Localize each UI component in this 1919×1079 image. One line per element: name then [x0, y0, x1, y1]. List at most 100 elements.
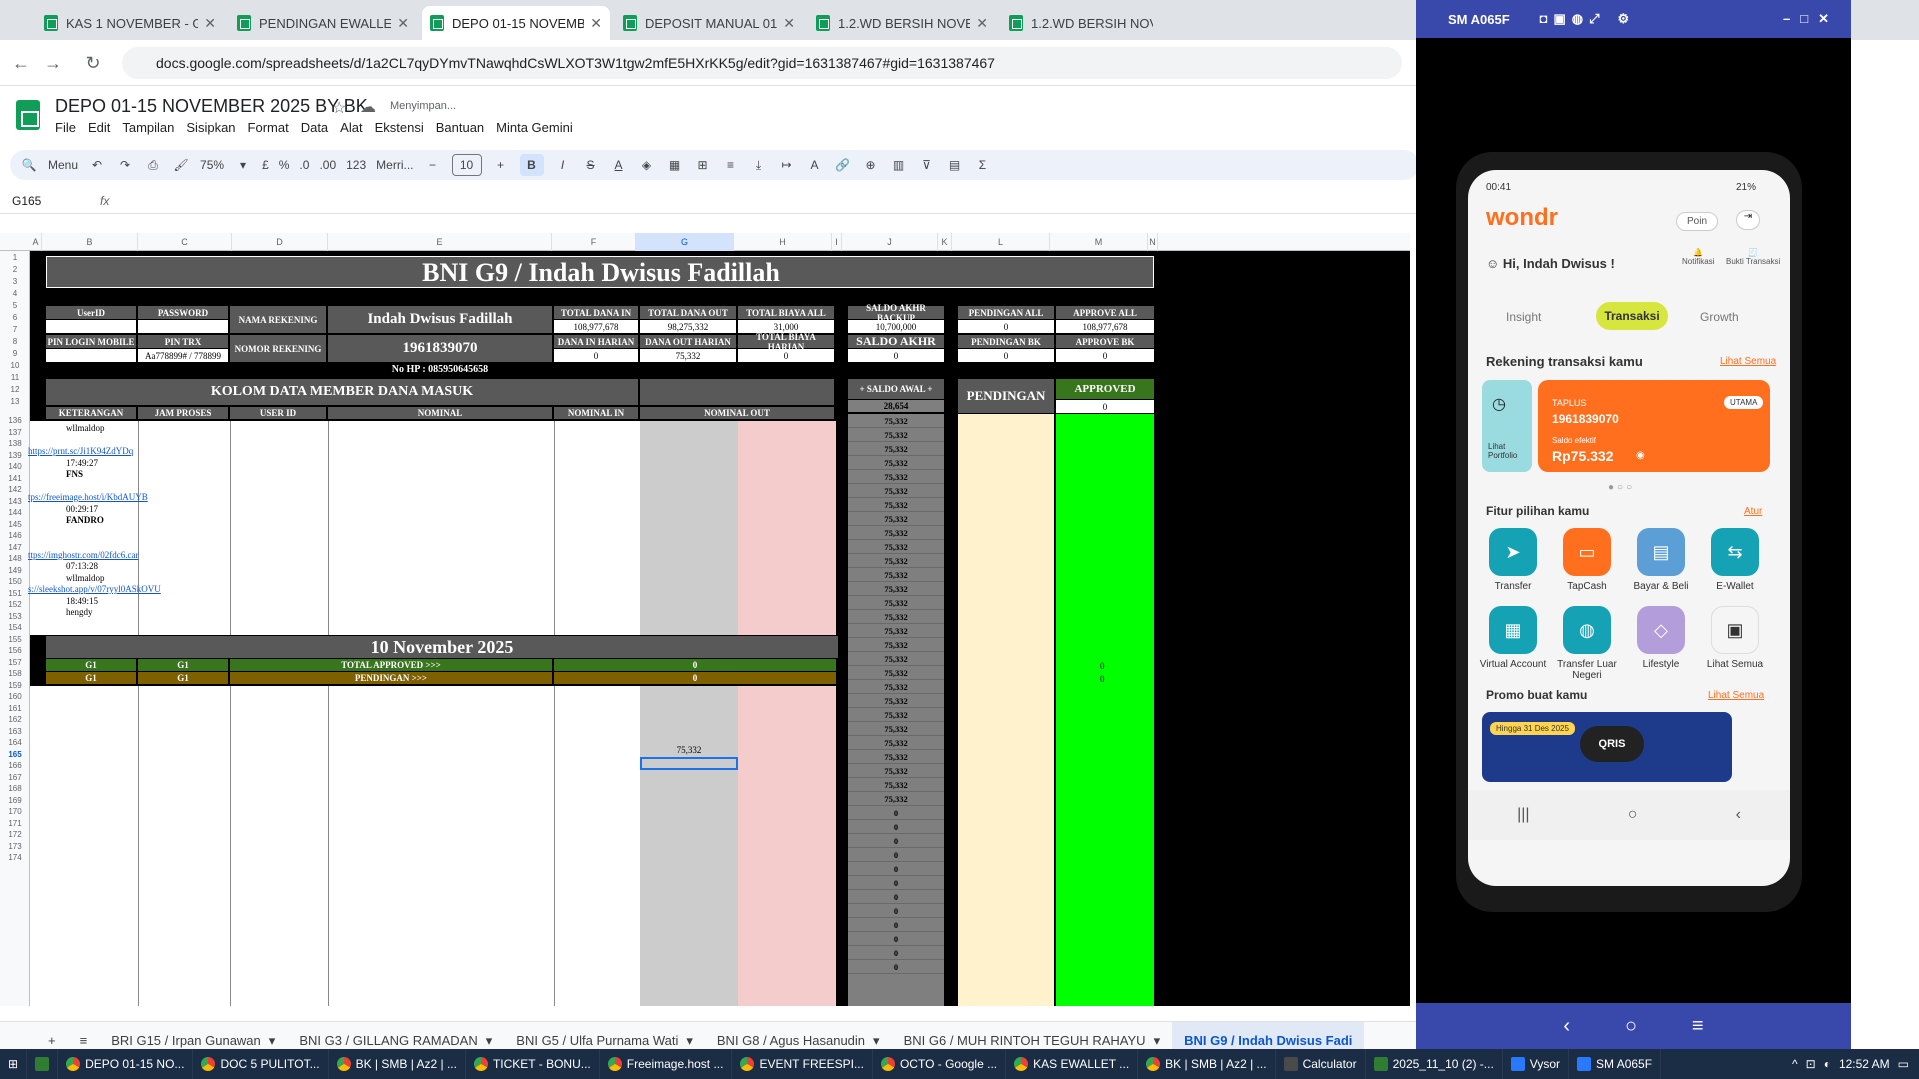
- column-header[interactable]: N: [1148, 233, 1158, 251]
- saldo-cell[interactable]: 75,332: [848, 554, 944, 568]
- bukti-transaksi-button[interactable]: 🧾 Bukti Transaksi: [1726, 248, 1780, 266]
- column-header[interactable]: D: [232, 233, 328, 251]
- chart-icon[interactable]: ▥: [890, 154, 908, 176]
- taskbar-item[interactable]: Freeimage.host ...: [600, 1049, 733, 1079]
- sheets-pinned-icon[interactable]: [27, 1049, 59, 1079]
- browser-tab-1[interactable]: KAS 1 NOVEMBER - Google Sp ✕: [36, 6, 224, 40]
- taskbar-item[interactable]: DEPO 01-15 NO...: [58, 1049, 194, 1079]
- saldo-cell[interactable]: 75,332: [848, 764, 944, 778]
- userid-value[interactable]: [46, 320, 136, 333]
- browser-tab-5[interactable]: 1.2.WD BERSIH NOVEMBER - G ✕: [808, 6, 996, 40]
- home-icon[interactable]: ○: [1625, 1015, 1637, 1038]
- taskbar-item[interactable]: EVENT FREESPI...: [732, 1049, 873, 1079]
- taskbar-item[interactable]: Vysor: [1503, 1049, 1570, 1079]
- menu-edit[interactable]: Edit: [88, 120, 110, 135]
- saldo-cell[interactable]: 75,332: [848, 652, 944, 666]
- promo-lihat-semua[interactable]: Lihat Semua: [1708, 690, 1764, 701]
- browser-tab-4[interactable]: DEPOSIT MANUAL 01-30 NOVE ✕: [615, 6, 803, 40]
- saldo-cell[interactable]: 75,332: [848, 680, 944, 694]
- paint-format-icon[interactable]: 🖌: [172, 154, 190, 176]
- row-header[interactable]: 13: [0, 395, 30, 409]
- tab-growth[interactable]: Growth: [1700, 310, 1739, 324]
- zoom-select[interactable]: 75%: [200, 158, 224, 172]
- saldo-cell[interactable]: 75,332: [848, 512, 944, 526]
- saldo-cell[interactable]: 0: [848, 960, 944, 974]
- saldo-cell[interactable]: 75,332: [848, 526, 944, 540]
- back-arrow-icon[interactable]: ←: [8, 50, 34, 76]
- pin-login-value[interactable]: [46, 349, 136, 362]
- chevron-down-icon[interactable]: ▾: [234, 154, 252, 176]
- start-icon[interactable]: ⊞: [0, 1049, 28, 1079]
- bold-button[interactable]: B: [519, 154, 544, 176]
- redo-icon[interactable]: ↷: [116, 154, 134, 176]
- feature-virtual-account[interactable]: ▦ Virtual Account: [1478, 606, 1548, 670]
- name-box[interactable]: G165: [0, 194, 90, 208]
- star-icon[interactable]: ☆: [332, 98, 346, 118]
- saldo-cell[interactable]: 75,332: [848, 736, 944, 750]
- tray-chevron-up-icon[interactable]: ^: [1792, 1057, 1798, 1071]
- saldo-cell[interactable]: 75,332: [848, 694, 944, 708]
- entry-link[interactable]: s://sleekshot.app/v/07ryyl0ASkOVU: [28, 584, 161, 594]
- number-format-button[interactable]: 123: [346, 158, 366, 172]
- saldo-cell[interactable]: 75,332: [848, 666, 944, 680]
- saldo-cell[interactable]: 75,332: [848, 484, 944, 498]
- functions-icon[interactable]: Σ: [974, 154, 992, 176]
- column-header[interactable]: A: [30, 233, 42, 251]
- taskbar-item[interactable]: Calculator: [1276, 1049, 1366, 1079]
- column-header[interactable]: L: [952, 233, 1050, 251]
- saldo-cell[interactable]: 75,332: [848, 722, 944, 736]
- table-icon[interactable]: ▤: [946, 154, 964, 176]
- font-size-decrease-icon[interactable]: −: [424, 154, 442, 176]
- entry-link[interactable]: https://prnt.sc/Ji1K94ZdYDq: [28, 446, 133, 456]
- recent-apps-icon[interactable]: |||: [1517, 806, 1529, 824]
- saldo-cell[interactable]: 0: [848, 932, 944, 946]
- column-header[interactable]: C: [138, 233, 232, 251]
- nominal-out-cell[interactable]: 75,332: [640, 744, 738, 756]
- password-value[interactable]: [138, 320, 228, 333]
- menu-data[interactable]: Data: [301, 120, 328, 135]
- column-header[interactable]: H: [734, 233, 832, 251]
- menu-file[interactable]: File: [55, 120, 76, 135]
- back-icon[interactable]: ‹: [1736, 806, 1741, 824]
- browser-tab-3-active[interactable]: DEPO 01-15 NOVEMBER 2025 ✕: [422, 6, 610, 40]
- menu-icon[interactable]: ≡: [1692, 1015, 1704, 1038]
- comment-icon[interactable]: ⊕: [862, 154, 880, 176]
- font-size-input[interactable]: 10: [451, 154, 482, 176]
- borders-icon[interactable]: ▦: [666, 154, 684, 176]
- fill-color-icon[interactable]: ◈: [638, 154, 656, 176]
- atur-link[interactable]: Atur: [1744, 506, 1762, 517]
- portfolio-card[interactable]: ◷ Lihat Portfolio: [1482, 380, 1532, 472]
- row-header[interactable]: 174: [0, 851, 30, 865]
- close-icon[interactable]: ✕: [590, 15, 602, 32]
- saldo-cell[interactable]: 75,332: [848, 456, 944, 470]
- saldo-cell[interactable]: 75,332: [848, 568, 944, 582]
- increase-decimal-button[interactable]: .00: [319, 158, 336, 172]
- selected-cell[interactable]: [640, 757, 738, 770]
- taskbar-item[interactable]: OCTO - Google ...: [873, 1049, 1007, 1079]
- close-icon[interactable]: ✕: [397, 15, 409, 32]
- align-horizontal-icon[interactable]: ≡: [722, 154, 740, 176]
- back-icon[interactable]: ‹: [1563, 1015, 1570, 1038]
- saldo-cell[interactable]: 75,332: [848, 442, 944, 456]
- sheets-logo-icon[interactable]: [16, 100, 40, 130]
- saldo-cell[interactable]: 75,332: [848, 778, 944, 792]
- saldo-cell[interactable]: 0: [848, 862, 944, 876]
- vysor-tools-icon[interactable]: ◘▣◍⤢: [1540, 11, 1606, 27]
- print-icon[interactable]: ⎙: [144, 154, 162, 176]
- column-header[interactable]: K: [938, 233, 952, 251]
- menu-insert[interactable]: Sisipkan: [186, 120, 235, 135]
- account-card[interactable]: TAPLUS UTAMA 1961839070 Saldo efektif Rp…: [1538, 380, 1770, 472]
- saldo-cell[interactable]: 75,332: [848, 498, 944, 512]
- gear-icon[interactable]: ⚙: [1618, 11, 1630, 27]
- column-header[interactable]: M: [1050, 233, 1148, 251]
- percent-format-button[interactable]: %: [279, 158, 290, 172]
- tab-insight[interactable]: Insight: [1506, 310, 1541, 324]
- taskbar-item[interactable]: BK | SMB | Az2 | ...: [329, 1049, 466, 1079]
- search-menus-button[interactable]: Menu: [48, 158, 78, 172]
- saldo-cell[interactable]: 75,332: [848, 708, 944, 722]
- column-header[interactable]: J: [842, 233, 938, 251]
- network-icon[interactable]: ⊡: [1806, 1057, 1816, 1071]
- entry-link[interactable]: ttps://imghostr.com/02fdc6.car: [28, 550, 138, 560]
- menu-tools[interactable]: Alat: [340, 120, 362, 135]
- notification-button[interactable]: 🔔 Notifikasi: [1682, 248, 1714, 266]
